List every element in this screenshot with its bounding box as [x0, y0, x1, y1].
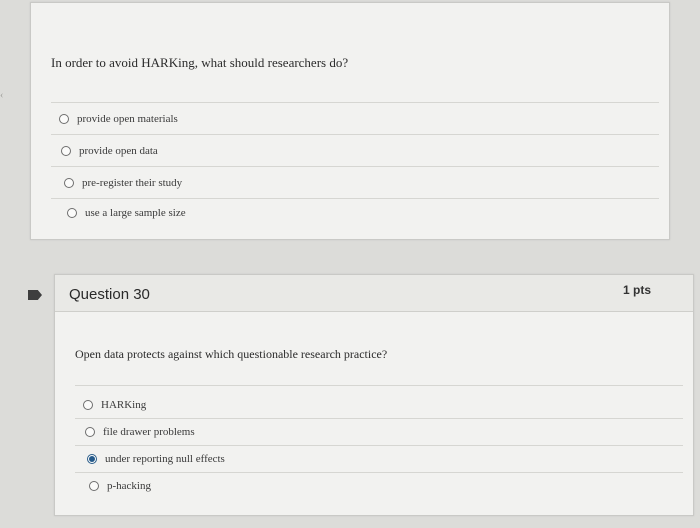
option-file-drawer-problems[interactable]: file drawer problems	[85, 424, 195, 440]
radio-button[interactable]	[83, 400, 93, 410]
radio-button[interactable]	[64, 178, 74, 188]
radio-button-selected[interactable]	[87, 454, 97, 464]
option-label: file drawer problems	[103, 426, 195, 438]
radio-button[interactable]	[59, 114, 69, 124]
option-label: pre-register their study	[82, 177, 183, 189]
divider	[51, 198, 659, 199]
option-label: provide open materials	[77, 113, 178, 125]
question-29-text: In order to avoid HARKing, what should r…	[51, 55, 349, 70]
radio-dot	[89, 456, 95, 462]
option-label: HARKing	[101, 399, 147, 411]
option-large-sample-size[interactable]: use a large sample size	[67, 205, 186, 221]
radio-button[interactable]	[61, 146, 71, 156]
question-30-text: Open data protects against which questio…	[75, 347, 388, 361]
flag-icon[interactable]	[28, 290, 42, 300]
option-provide-open-data[interactable]: provide open data	[61, 143, 158, 159]
question-header: Question 30 1 pts	[55, 275, 693, 312]
radio-button[interactable]	[85, 427, 95, 437]
divider	[75, 472, 683, 473]
question-card-29: In order to avoid HARKing, what should r…	[30, 2, 670, 240]
divider	[51, 134, 659, 135]
divider	[75, 445, 683, 446]
question-card-30: Question 30 1 pts Open data protects aga…	[54, 274, 694, 516]
question-title: Question 30	[69, 286, 150, 303]
option-pre-register-study[interactable]: pre-register their study	[64, 175, 182, 191]
option-label: p-hacking	[107, 480, 151, 492]
option-label: under reporting null effects	[105, 453, 225, 465]
divider	[51, 102, 659, 103]
radio-button[interactable]	[89, 481, 99, 491]
divider	[51, 166, 659, 167]
option-under-reporting-null-effects[interactable]: under reporting null effects	[87, 451, 225, 467]
option-label: use a large sample size	[85, 207, 186, 219]
question-points: 1 pts	[622, 283, 651, 297]
radio-button[interactable]	[67, 208, 77, 218]
divider	[75, 418, 683, 419]
divider	[75, 385, 683, 386]
chevron-left-icon: ‹	[0, 90, 4, 101]
option-provide-open-materials[interactable]: provide open materials	[59, 111, 178, 127]
option-p-hacking[interactable]: p-hacking	[89, 478, 151, 494]
option-label: provide open data	[79, 145, 158, 157]
option-harking[interactable]: HARKing	[83, 397, 146, 413]
